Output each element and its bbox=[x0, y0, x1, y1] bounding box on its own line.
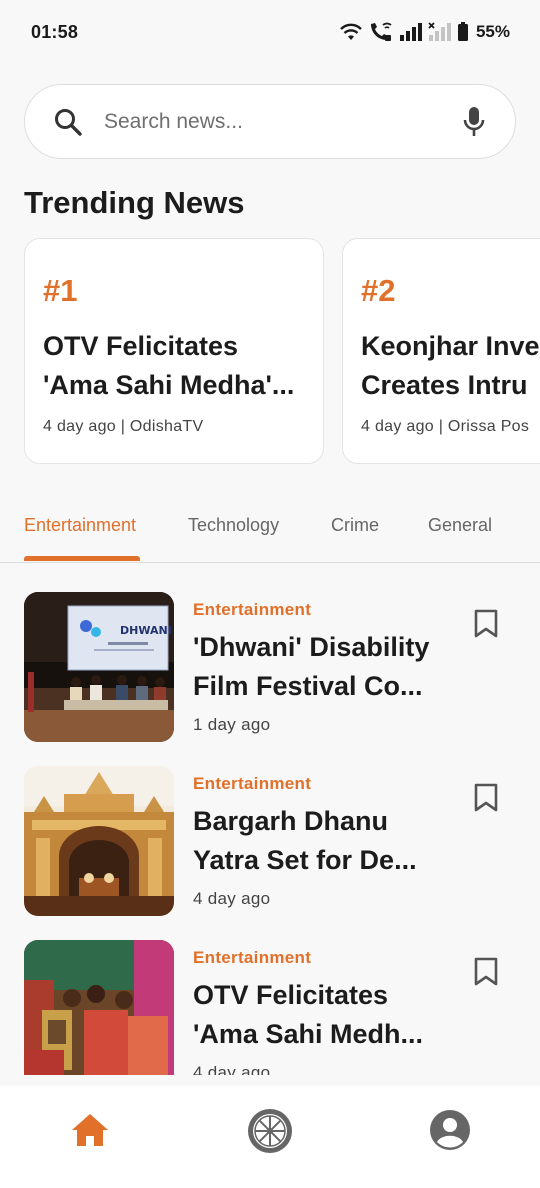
tab-entertainment[interactable]: Entertainment bbox=[24, 515, 136, 536]
trending-headline: OTV Felicitates 'Ama Sahi Medha'... bbox=[43, 331, 295, 400]
wheel-icon[interactable] bbox=[246, 1107, 294, 1155]
trending-card[interactable]: #1 OTV Felicitates 'Ama Sahi Medha'... 4… bbox=[24, 238, 324, 464]
signal-icon bbox=[399, 23, 422, 41]
news-time: 1 day ago bbox=[193, 715, 271, 734]
trending-card[interactable]: #2 Keonjhar Inve Creates Intru 4 day ago… bbox=[342, 238, 540, 464]
news-headline: OTV Felicitates 'Ama Sahi Medh... bbox=[193, 980, 423, 1049]
tab-technology[interactable]: Technology bbox=[188, 515, 279, 536]
trending-title: Trending News bbox=[24, 185, 245, 220]
news-item[interactable]: DHWANI Entertainment 'Dhwani' Disability… bbox=[0, 575, 540, 742]
trending-rank: #1 bbox=[43, 273, 78, 308]
trending-meta: 4 day ago | Orissa Pos bbox=[361, 418, 530, 435]
battery-icon bbox=[457, 22, 468, 41]
search-input[interactable] bbox=[104, 105, 424, 139]
news-time: 4 day ago bbox=[193, 1063, 271, 1075]
trending-meta: 4 day ago | OdishaTV bbox=[43, 418, 204, 435]
account-icon[interactable] bbox=[430, 1110, 470, 1150]
wifi-icon bbox=[340, 23, 362, 40]
news-item[interactable]: Entertainment OTV Felicitates 'Ama Sahi … bbox=[0, 923, 540, 1075]
trending-carousel[interactable]: #1 OTV Felicitates 'Ama Sahi Medha'... 4… bbox=[0, 236, 540, 468]
news-thumbnail bbox=[24, 766, 174, 916]
news-category: Entertainment bbox=[193, 600, 312, 619]
status-bar: 01:58 55% bbox=[0, 0, 540, 64]
news-time: 4 day ago bbox=[193, 889, 271, 908]
home-icon[interactable] bbox=[70, 1112, 110, 1148]
news-list[interactable]: DHWANI Entertainment 'Dhwani' Disability… bbox=[0, 575, 540, 1075]
mic-icon[interactable] bbox=[461, 106, 487, 138]
bottom-navigation bbox=[0, 1086, 540, 1188]
signal-no-service-icon bbox=[428, 22, 451, 41]
news-item[interactable]: Entertainment Bargarh Dhanu Yatra Set fo… bbox=[0, 749, 540, 916]
tab-indicator bbox=[24, 556, 140, 561]
search-icon bbox=[55, 109, 82, 136]
thumb-banner-text: DHWANI bbox=[120, 624, 172, 637]
status-icons: 55% bbox=[339, 21, 510, 43]
news-thumbnail: DHWANI bbox=[24, 592, 174, 742]
search-bar[interactable] bbox=[24, 84, 516, 159]
tab-general[interactable]: General bbox=[428, 515, 492, 536]
wifi-calling-icon bbox=[370, 22, 392, 41]
bookmark-icon[interactable] bbox=[473, 609, 499, 639]
trending-rank: #2 bbox=[361, 273, 396, 308]
battery-percent: 55% bbox=[475, 22, 510, 41]
news-headline: 'Dhwani' Disability Film Festival Co... bbox=[193, 632, 430, 701]
bookmark-icon[interactable] bbox=[473, 957, 499, 987]
news-category: Entertainment bbox=[193, 774, 312, 793]
news-headline: Bargarh Dhanu Yatra Set for De... bbox=[193, 806, 417, 875]
tab-crime[interactable]: Crime bbox=[331, 515, 379, 536]
news-thumbnail bbox=[24, 940, 174, 1075]
news-category: Entertainment bbox=[193, 948, 312, 967]
status-time: 01:58 bbox=[31, 21, 79, 42]
bookmark-icon[interactable] bbox=[473, 783, 499, 813]
trending-headline: Keonjhar Inve Creates Intru bbox=[361, 331, 540, 400]
category-tabs: Entertainment Technology Crime General bbox=[0, 488, 540, 563]
